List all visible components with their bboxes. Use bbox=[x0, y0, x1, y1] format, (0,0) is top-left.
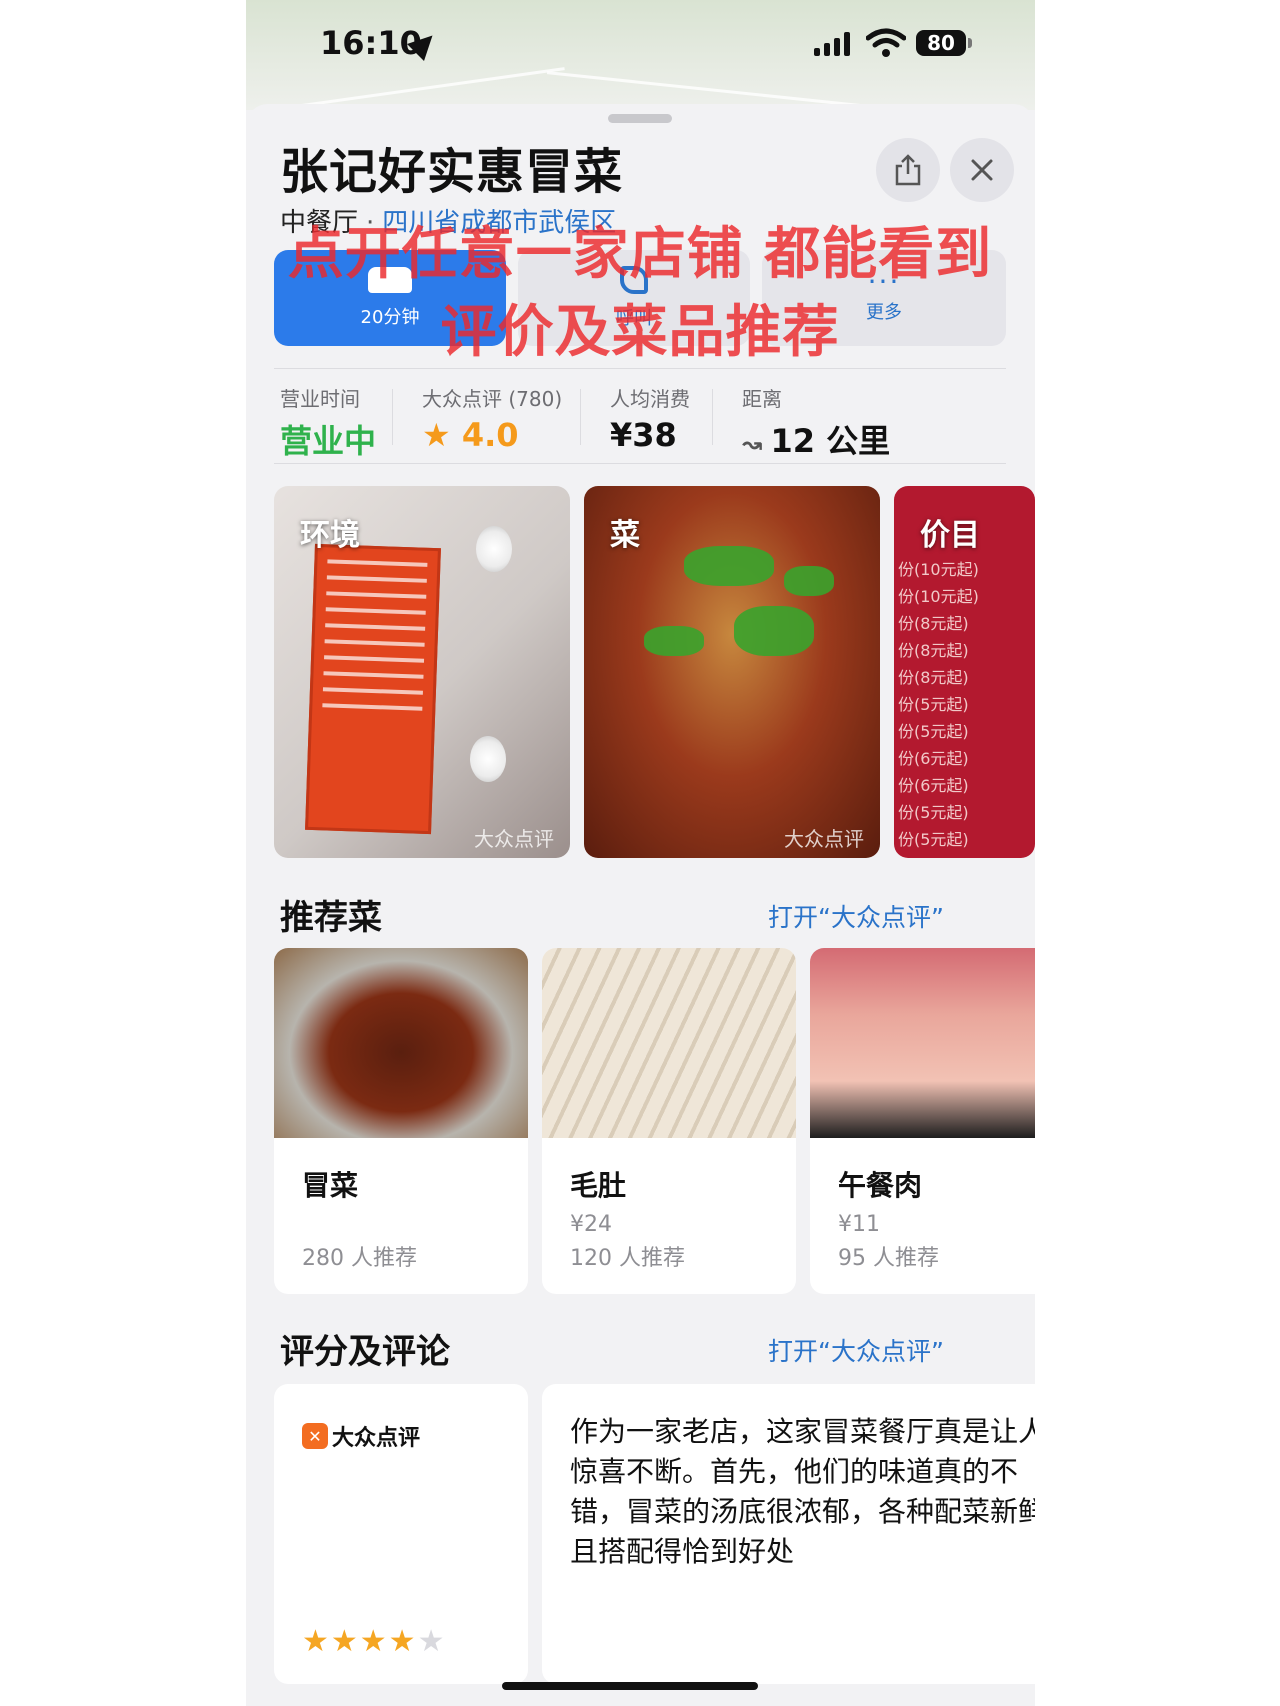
dish-card[interactable]: 冒菜 280 人推荐 bbox=[274, 948, 528, 1294]
home-indicator[interactable] bbox=[502, 1682, 758, 1690]
photo-dish[interactable]: 菜 大众点评 bbox=[584, 486, 880, 858]
dish-price: ¥24 bbox=[570, 1212, 612, 1237]
photo-tag-environment: 环境 bbox=[300, 518, 360, 553]
battery-indicator: 80 bbox=[916, 30, 972, 56]
dish-name: 冒菜 bbox=[302, 1169, 359, 1202]
dish-card[interactable]: 午餐肉 ¥11 95 人推荐 bbox=[810, 948, 1035, 1294]
rating-value: 4.0 bbox=[461, 416, 519, 454]
reviews-open-link[interactable]: 打开“大众点评” bbox=[768, 1332, 944, 1368]
price-value: ¥38 bbox=[610, 416, 677, 454]
distance-value: 12 公里 bbox=[770, 422, 891, 460]
dish-image bbox=[810, 948, 1035, 1138]
dish-image bbox=[542, 948, 796, 1138]
price-list-row: 份(5元起) bbox=[898, 830, 969, 849]
price-label: 人均消费 bbox=[610, 387, 690, 411]
dianping-logo: ✕ 大众点评 bbox=[302, 1420, 420, 1452]
overlay-caption: 点开任意一家店铺 都能看到评价及菜品推荐 bbox=[287, 222, 993, 365]
dish-card[interactable]: 毛肚 ¥24 120 人推荐 bbox=[542, 948, 796, 1294]
close-button[interactable] bbox=[950, 138, 1014, 202]
hours-cell[interactable]: 营业时间 营业中 bbox=[280, 383, 376, 462]
distance-label: 距离 bbox=[742, 387, 782, 411]
place-title: 张记好实惠冒菜 bbox=[280, 144, 624, 200]
hours-value: 营业中 bbox=[280, 422, 377, 460]
dish-name: 毛肚 bbox=[570, 1169, 627, 1202]
star-icon: ★ bbox=[422, 416, 462, 454]
photo-tag-price: 价目 bbox=[920, 518, 980, 553]
price-cell: 人均消费 ¥38 bbox=[610, 383, 690, 454]
price-list-row: 份(5元起) bbox=[898, 695, 969, 714]
info-strip: 营业时间 营业中 大众点评 (780) ★ 4.0 人均消费 ¥38 距离 ↝ … bbox=[274, 368, 1006, 464]
status-bar: 16:10 80 bbox=[246, 0, 1035, 90]
review-source: 大众点评 bbox=[332, 1426, 421, 1451]
photo-tag-dish: 菜 bbox=[610, 518, 640, 553]
price-list-row: 份(6元起) bbox=[898, 776, 969, 795]
recommended-dishes[interactable]: 冒菜 280 人推荐 毛肚 ¥24 120 人推荐 午餐肉 ¥11 95 人推荐 bbox=[274, 948, 1035, 1294]
phone-screen: 16:10 80 张记好实惠冒菜 中餐厅 · 四川省成都市武侯区 20分钟 呼叫… bbox=[246, 0, 1035, 1706]
photo-watermark: 大众点评 bbox=[784, 827, 864, 851]
price-list-row: 份(10元起) bbox=[898, 587, 979, 606]
price-list-row: 份(8元起) bbox=[898, 641, 969, 660]
reviews-title: 评分及评论 bbox=[280, 1332, 450, 1372]
hours-label: 营业时间 bbox=[280, 387, 360, 411]
recommended-open-link[interactable]: 打开“大众点评” bbox=[768, 898, 944, 934]
dish-price: ¥11 bbox=[838, 1212, 880, 1237]
menu-board-image bbox=[305, 543, 441, 835]
dish-recommend-count: 280 人推荐 bbox=[302, 1246, 417, 1271]
close-icon bbox=[971, 159, 993, 181]
star-rating: ★★★★★ bbox=[302, 1624, 447, 1659]
price-list-row: 份(5元起) bbox=[898, 803, 969, 822]
rating-cell[interactable]: 大众点评 (780) ★ 4.0 bbox=[422, 383, 562, 454]
dish-name: 午餐肉 bbox=[838, 1169, 923, 1202]
dish-image bbox=[274, 948, 528, 1138]
place-sheet: 张记好实惠冒菜 中餐厅 · 四川省成都市武侯区 20分钟 呼叫 ··· 更多 点… bbox=[246, 104, 1035, 1706]
price-list-row: 份(10元起) bbox=[898, 560, 979, 579]
share-button[interactable] bbox=[876, 138, 940, 202]
distance-cell: 距离 ↝ 12 公里 bbox=[742, 383, 890, 462]
share-icon bbox=[895, 154, 921, 186]
rating-summary-card[interactable]: ✕ 大众点评 ★★★★★ bbox=[274, 1384, 528, 1684]
dish-recommend-count: 95 人推荐 bbox=[838, 1246, 939, 1271]
photo-carousel[interactable]: 环境 大众点评 菜 大众点评 份(10元起) 份(10元起) 份(8元起) 份(8元起… bbox=[274, 486, 1035, 858]
rating-label: 大众点评 (780) bbox=[422, 387, 563, 411]
dianping-icon: ✕ bbox=[302, 1423, 328, 1449]
price-list-row: 份(8元起) bbox=[898, 668, 969, 687]
wifi-icon bbox=[866, 28, 906, 57]
route-icon: ↝ bbox=[742, 430, 771, 458]
review-card[interactable]: 作为一家老店，这家冒菜餐厅真是让人惊喜不断。首先，他们的味道真的不错，冒菜的汤底… bbox=[542, 1384, 1035, 1684]
cellular-signal-icon bbox=[814, 32, 850, 56]
dish-recommend-count: 120 人推荐 bbox=[570, 1246, 685, 1271]
reviews-carousel[interactable]: ✕ 大众点评 ★★★★★ 作为一家老店，这家冒菜餐厅真是让人惊喜不断。首先，他们… bbox=[274, 1384, 1035, 1684]
distance-value-wrap: ↝ 12 公里 bbox=[742, 416, 890, 462]
sheet-grabber[interactable] bbox=[608, 114, 672, 123]
photo-price-list[interactable]: 份(10元起) 份(10元起) 份(8元起) 份(8元起) 份(8元起) 份(5元起) 份(… bbox=[894, 486, 1035, 858]
review-text: 作为一家老店，这家冒菜餐厅真是让人惊喜不断。首先，他们的味道真的不错，冒菜的汤底… bbox=[570, 1415, 1035, 1568]
recommended-title: 推荐菜 bbox=[280, 898, 382, 938]
photo-watermark: 大众点评 bbox=[474, 827, 554, 851]
price-list-row: 份(8元起) bbox=[898, 614, 969, 633]
rating-value-wrap: ★ 4.0 bbox=[422, 416, 562, 454]
price-list-row: 份(5元起) bbox=[898, 722, 969, 741]
photo-environment[interactable]: 环境 大众点评 bbox=[274, 486, 570, 858]
price-list-row: 份(6元起) bbox=[898, 749, 969, 768]
